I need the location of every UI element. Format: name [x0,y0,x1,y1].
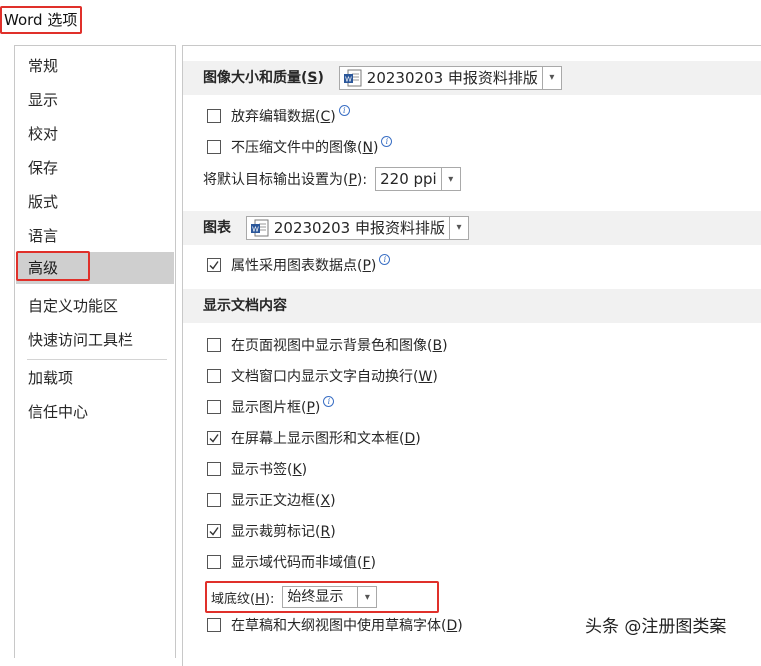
wrap-text-option[interactable]: 文档窗口内显示文字自动换行(W) [207,363,438,389]
option-label: 显示域代码而非域值(F) [231,555,376,571]
section-title: 显示文档内容 [203,298,287,314]
chevron-down-icon[interactable]: ▾ [440,168,460,190]
checkbox[interactable] [207,140,221,154]
info-icon: i [323,395,335,407]
section-title: 图表 [203,220,231,236]
checkbox[interactable] [207,369,221,383]
chevron-down-icon[interactable]: ▾ [357,587,376,607]
sidebar-item-quick-access[interactable]: 快速访问工具栏 [16,324,174,356]
advanced-highlight-box [16,251,90,281]
options-sidebar: 常规 显示 校对 保存 版式 语言 高级 自定义功能区 快速访问工具栏 加载项 … [14,45,176,658]
option-label: 显示书签(K) [231,462,308,478]
checkbox[interactable] [207,109,221,123]
advanced-options-panel: 图像大小和质量(S) W 20230203 申报资料排版 ▾ 放弃编辑数据(C)… [182,45,761,666]
word-document-icon: W [343,69,362,87]
option-label: 显示裁剪标记(R) [231,524,336,540]
option-label: 文档窗口内显示文字自动换行(W) [231,369,438,385]
default-resolution-row: 将默认目标输出设置为(P): 220 ppi ▾ [203,166,461,192]
field-shading-label: 域底纹(H): [211,591,275,607]
default-resolution-label: 将默认目标输出设置为(P): [203,172,368,188]
option-label: 在草稿和大纲视图中使用草稿字体(D) [231,618,463,634]
chart-properties-follow-option[interactable]: 属性采用图表数据点(P) i [207,252,391,278]
show-drawings-option[interactable]: 在屏幕上显示图形和文本框(D) [207,425,421,451]
sidebar-item-general[interactable]: 常规 [16,50,174,82]
svg-text:W: W [345,76,352,84]
chart-document-select[interactable]: W 20230203 申报资料排版 ▾ [245,216,469,240]
image-quality-document-select[interactable]: W 20230203 申报资料排版 ▾ [338,66,562,90]
selected-document: 20230203 申报资料排版 [273,219,445,237]
option-label: 放弃编辑数据(C) [231,109,336,125]
checkbox[interactable] [207,400,221,414]
resolution-value: 220 ppi [380,170,437,188]
chevron-down-icon[interactable]: ▾ [541,67,561,89]
svg-text:W: W [252,226,259,234]
sidebar-item-language[interactable]: 语言 [16,220,174,252]
option-label: 显示图片框(P) [231,400,321,416]
sidebar-item-display[interactable]: 显示 [16,84,174,116]
checkbox[interactable] [207,462,221,476]
field-shading-row: 域底纹(H): 始终显示 ▾ [211,584,378,610]
no-compress-images-option[interactable]: 不压缩文件中的图像(N) i [207,134,393,160]
field-shading-value: 始终显示 [287,589,344,605]
field-shading-select[interactable]: 始终显示 ▾ [282,586,378,608]
discard-edit-data-option[interactable]: 放弃编辑数据(C) i [207,103,350,129]
resolution-select[interactable]: 220 ppi ▾ [375,167,461,191]
checkbox[interactable] [207,338,221,352]
sidebar-item-proofing[interactable]: 校对 [16,118,174,150]
crop-marks-option[interactable]: 显示裁剪标记(R) [207,518,336,544]
option-label: 在屏幕上显示图形和文本框(D) [231,431,421,447]
option-label: 显示正文边框(X) [231,493,336,509]
section-display-content: 显示文档内容 [183,289,761,323]
window-title: Word 选项 [0,6,83,34]
checkmark-icon [209,434,219,443]
text-boundaries-option[interactable]: 显示正文边框(X) [207,487,336,513]
section-title: 图像大小和质量(S) [203,70,324,86]
checkbox[interactable] [207,618,221,632]
checkbox[interactable] [207,524,221,538]
section-image-quality: 图像大小和质量(S) W 20230203 申报资料排版 ▾ [183,61,761,95]
field-codes-option[interactable]: 显示域代码而非域值(F) [207,549,376,575]
checkbox[interactable] [207,493,221,507]
sidebar-item-save[interactable]: 保存 [16,152,174,184]
sidebar-divider [27,359,167,360]
checkbox[interactable] [207,431,221,445]
selected-document: 20230203 申报资料排版 [366,69,538,87]
show-bookmarks-option[interactable]: 显示书签(K) [207,456,307,482]
show-background-option[interactable]: 在页面视图中显示背景色和图像(B) [207,332,448,358]
sidebar-item-add-ins[interactable]: 加载项 [16,362,174,394]
sidebar-item-trust-center[interactable]: 信任中心 [16,396,174,428]
option-label: 属性采用图表数据点(P) [231,258,377,274]
info-icon: i [379,253,391,265]
info-icon: i [381,135,393,147]
checkbox[interactable] [207,258,221,272]
checkbox[interactable] [207,555,221,569]
watermark-text: 头条 @注册图类案 [585,617,727,637]
sidebar-item-customize-ribbon[interactable]: 自定义功能区 [16,290,174,322]
checkmark-icon [209,261,219,270]
section-chart: 图表 W 20230203 申报资料排版 ▾ [183,211,761,245]
option-label: 在页面视图中显示背景色和图像(B) [231,338,448,354]
sidebar-item-typography[interactable]: 版式 [16,186,174,218]
option-label: 不压缩文件中的图像(N) [231,140,379,156]
draft-font-option[interactable]: 在草稿和大纲视图中使用草稿字体(D) [207,612,463,638]
chevron-down-icon[interactable]: ▾ [449,217,468,239]
info-icon: i [338,104,350,116]
word-document-icon: W [250,219,269,237]
checkmark-icon [209,527,219,536]
picture-placeholders-option[interactable]: 显示图片框(P) i [207,394,335,420]
